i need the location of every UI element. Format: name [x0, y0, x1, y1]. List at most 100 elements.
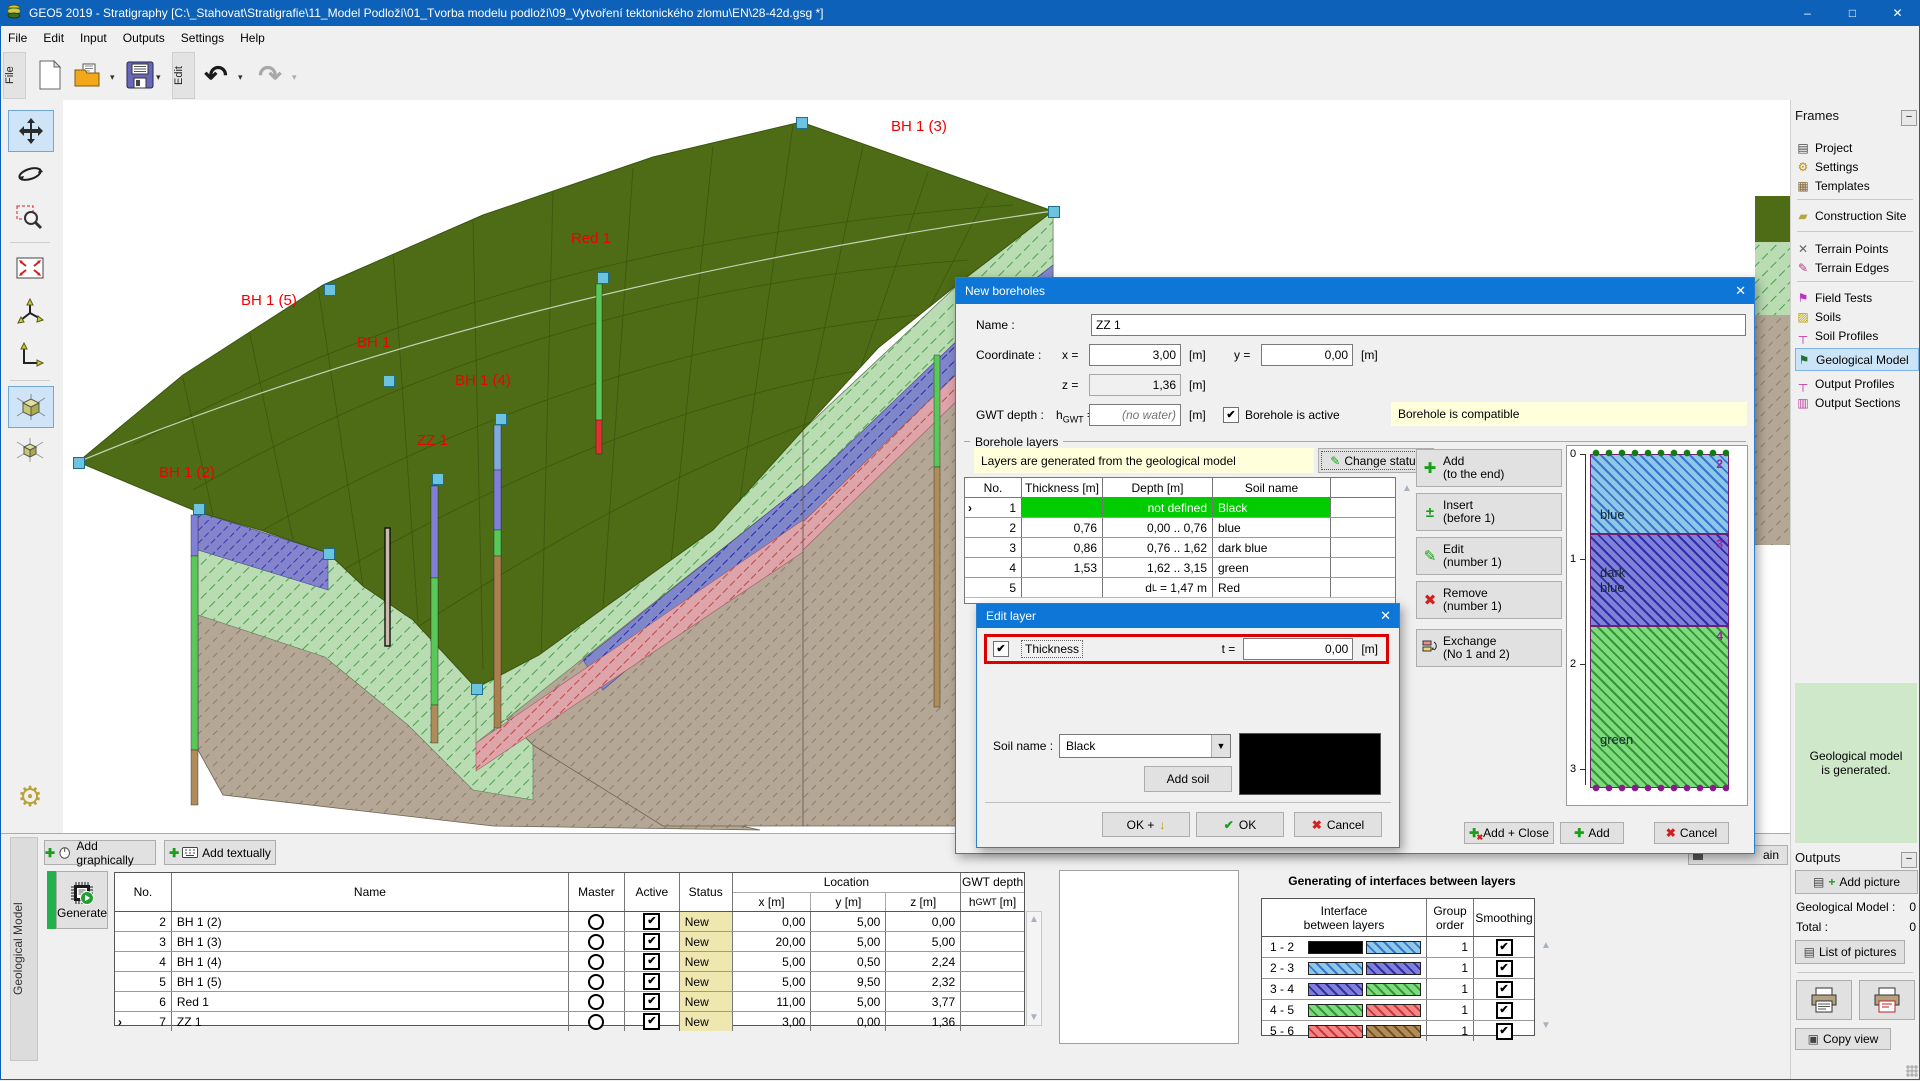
- master-radio[interactable]: [588, 914, 604, 930]
- frame-item-soils[interactable]: ▨Soils: [1795, 307, 1917, 326]
- master-radio[interactable]: [588, 954, 604, 970]
- active-checkbox[interactable]: [643, 1013, 660, 1030]
- terrain-point-marker[interactable]: [193, 503, 205, 515]
- settings-gear[interactable]: ⚙: [8, 776, 52, 816]
- borehole-row[interactable]: 3 BH 1 (3) New 20,00 5,00 5,00: [115, 932, 1024, 952]
- print-selection-button[interactable]: [1859, 980, 1915, 1020]
- ok-button[interactable]: ✔ OK: [1196, 812, 1284, 837]
- active-checkbox[interactable]: [643, 933, 660, 950]
- table-scrollbar[interactable]: ▲▼: [1026, 911, 1042, 1026]
- save-file-button[interactable]: [122, 57, 158, 93]
- perspective-view-tool[interactable]: [8, 386, 54, 428]
- smoothing-checkbox[interactable]: [1496, 960, 1513, 977]
- gwt-input[interactable]: [1089, 404, 1181, 426]
- add-graphically-button[interactable]: ✚ Add graphically: [44, 840, 156, 865]
- thickness-input[interactable]: [1243, 638, 1353, 660]
- terrain-point-marker[interactable]: [324, 284, 336, 296]
- open-dropdown-caret[interactable]: ▾: [110, 72, 115, 83]
- add-picture-button[interactable]: ▤ + Add picture: [1795, 870, 1918, 894]
- zoom-window-tool[interactable]: [8, 198, 52, 238]
- frame-item-soil-profiles[interactable]: ┬Soil Profiles: [1795, 326, 1917, 345]
- frame-item-settings[interactable]: ⚙Settings: [1795, 157, 1917, 176]
- layer-row[interactable]: 4 1,53 1,62 .. 3,15 green: [965, 558, 1395, 578]
- soil-name-dropdown[interactable]: Black ▼: [1059, 734, 1231, 758]
- active-checkbox[interactable]: [643, 913, 660, 930]
- list-of-pictures-button[interactable]: ▤ List of pictures: [1795, 940, 1905, 964]
- axonometric-view-tool[interactable]: [8, 430, 52, 470]
- coordinate-x-input[interactable]: [1089, 344, 1181, 366]
- layers-scroll-up[interactable]: ▲: [1399, 483, 1415, 494]
- terrain-point-marker[interactable]: [323, 548, 335, 560]
- outputs-minimize-button[interactable]: –: [1901, 852, 1917, 868]
- interfaces-scroll-up[interactable]: ▲: [1538, 940, 1554, 951]
- dialog-titlebar[interactable]: New boreholes ✕: [956, 278, 1754, 304]
- master-radio[interactable]: [588, 974, 604, 990]
- terrain-point-marker[interactable]: [597, 272, 609, 284]
- frames-minimize-button[interactable]: –: [1901, 110, 1917, 126]
- terrain-point-marker[interactable]: [1048, 206, 1060, 218]
- maximize-button[interactable]: □: [1830, 0, 1875, 26]
- master-radio[interactable]: [588, 1014, 604, 1030]
- generate-button[interactable]: Generate: [56, 871, 108, 929]
- new-file-button[interactable]: [32, 57, 68, 93]
- menu-edit[interactable]: Edit: [35, 26, 72, 50]
- layer-row[interactable]: 5 dL= 1,47 m Red: [965, 578, 1395, 598]
- edit-dialog-titlebar[interactable]: Edit layer ✕: [977, 604, 1399, 628]
- edit-toolbar-tab[interactable]: Edit: [172, 52, 195, 99]
- smoothing-checkbox[interactable]: [1496, 939, 1513, 956]
- menu-help[interactable]: Help: [232, 26, 273, 50]
- layer-row-selected[interactable]: ›1 not defined Black: [965, 498, 1395, 518]
- edit-layer-button[interactable]: ✎ Edit(number 1): [1416, 537, 1562, 575]
- frame-item-project[interactable]: ▤Project: [1795, 138, 1917, 157]
- frame-item-construction-site[interactable]: ▰Construction Site: [1795, 206, 1917, 225]
- frame-item-output-profiles[interactable]: ┬Output Profiles: [1795, 374, 1917, 393]
- frame-item-output-sections[interactable]: ▥Output Sections: [1795, 393, 1917, 412]
- name-input[interactable]: [1091, 314, 1746, 336]
- active-checkbox[interactable]: [643, 973, 660, 990]
- save-dropdown-caret[interactable]: ▾: [156, 72, 161, 83]
- terrain-point-marker[interactable]: [471, 683, 483, 695]
- active-checkbox[interactable]: [643, 953, 660, 970]
- redo-dropdown-caret[interactable]: ▾: [292, 72, 297, 83]
- open-file-button[interactable]: [72, 57, 108, 93]
- front-view-tool[interactable]: [8, 336, 52, 376]
- master-radio[interactable]: [588, 934, 604, 950]
- insert-before-button[interactable]: ± Insert(before 1): [1416, 493, 1562, 531]
- interface-row[interactable]: 5 - 6 1: [1262, 1021, 1534, 1041]
- borehole-row[interactable]: 6 Red 1 New 11,00 5,00 3,77: [115, 992, 1024, 1012]
- interfaces-scroll-down[interactable]: ▼: [1538, 1020, 1554, 1031]
- frame-item-geological-model[interactable]: ⚑Geological Model: [1795, 348, 1919, 371]
- dropdown-caret-icon[interactable]: ▼: [1211, 735, 1230, 757]
- frame-item-terrain-edges[interactable]: ✎Terrain Edges: [1795, 258, 1917, 277]
- interface-row[interactable]: 1 - 2 1: [1262, 937, 1534, 958]
- smoothing-checkbox[interactable]: [1496, 1002, 1513, 1019]
- master-radio[interactable]: [588, 994, 604, 1010]
- redo-icon[interactable]: ↷: [252, 57, 288, 93]
- rotate-tool[interactable]: [8, 154, 52, 194]
- interface-row[interactable]: 4 - 5 1: [1262, 1000, 1534, 1021]
- undo-dropdown-caret[interactable]: ▾: [238, 72, 243, 83]
- add-textually-button[interactable]: ✚ Add textually: [164, 840, 276, 865]
- borehole-row[interactable]: 4 BH 1 (4) New 5,00 0,50 2,24: [115, 952, 1024, 972]
- edit-cancel-button[interactable]: ✖ Cancel: [1294, 812, 1382, 837]
- menu-outputs[interactable]: Outputs: [115, 26, 173, 50]
- borehole-active-checkbox[interactable]: [1223, 407, 1239, 423]
- copy-view-button[interactable]: ▣ Copy view: [1795, 1028, 1891, 1050]
- move-tool[interactable]: [8, 110, 54, 152]
- borehole-row-current[interactable]: ›7 ZZ 1 New 3,00 0,00 1,36: [115, 1012, 1024, 1031]
- file-toolbar-tab[interactable]: File: [3, 52, 26, 99]
- interface-row[interactable]: 2 - 3 1: [1262, 958, 1534, 979]
- dialog-close-icon[interactable]: ✕: [1735, 283, 1746, 299]
- print-button[interactable]: [1796, 980, 1852, 1020]
- interface-row[interactable]: 3 - 4 1: [1262, 979, 1534, 1000]
- terrain-point-marker[interactable]: [495, 413, 507, 425]
- menu-input[interactable]: Input: [72, 26, 115, 50]
- terrain-point-marker[interactable]: [73, 457, 85, 469]
- add-close-button[interactable]: ✚✖ Add + Close: [1464, 822, 1554, 844]
- close-button[interactable]: ✕: [1875, 0, 1920, 26]
- frame-item-field-tests[interactable]: ⚑Field Tests: [1795, 288, 1917, 307]
- layer-row[interactable]: 3 0,86 0,76 .. 1,62 dark blue: [965, 538, 1395, 558]
- layer-row[interactable]: 2 0,76 0,00 .. 0,76 blue: [965, 518, 1395, 538]
- axonometry-tool[interactable]: [8, 292, 52, 332]
- smoothing-checkbox[interactable]: [1496, 981, 1513, 998]
